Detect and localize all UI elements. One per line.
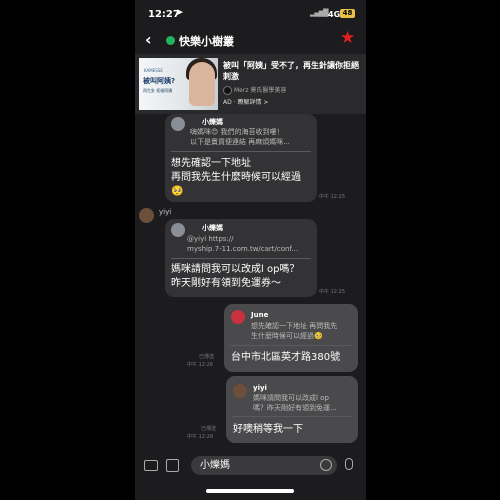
ad-more-link[interactable]: AD · 瞭解詳情 > [223, 97, 268, 106]
ad-source: Merz 莫氏醫學美容 [223, 85, 286, 95]
ad-banner[interactable]: KAMESSE 被叫阿姨? 再生針 拒絕阿姨 被叫「阿姨」受不了，再生針讓你拒絕… [135, 54, 366, 114]
ad-source-name: Merz 莫氏醫學美容 [234, 87, 287, 94]
quote-divider [230, 345, 352, 346]
chevron-left-icon[interactable]: ‹ [145, 30, 152, 49]
verified-badge-icon [166, 36, 175, 45]
battery-icon: 48 [340, 9, 355, 18]
sender-name: yiyi [159, 208, 172, 216]
image-icon[interactable] [166, 459, 179, 472]
ad-image-brand: KAMESSE [144, 68, 163, 73]
avatar[interactable] [139, 208, 154, 223]
message-bubble[interactable]: yiyi 媽咪請問我可以改成l op 嗎？昨天剛好有領到免運... 好噢稍等我一… [226, 376, 358, 443]
quote-divider [232, 416, 352, 417]
message-text: 好噢稍等我一下 [233, 424, 303, 435]
advertiser-logo-icon [223, 86, 232, 95]
camera-icon[interactable] [144, 460, 158, 471]
quote-avatar [233, 384, 247, 398]
star-icon[interactable]: ★ [340, 28, 355, 48]
message-input[interactable]: 小爍媽 [191, 456, 337, 475]
message-bubble[interactable]: June 想先確認一下地址 再問我先 生什麼時候可以經過🥺 台中市北區英才路38… [224, 304, 358, 372]
quote-sender: June [251, 311, 269, 319]
quote-sender: yiyi [253, 384, 267, 392]
quote-sender: 小爍媽 [202, 224, 223, 232]
quote-sender: 小爍媽 [202, 118, 223, 126]
emoji-icon[interactable] [320, 459, 332, 471]
home-indicator[interactable] [206, 489, 294, 493]
quote-text: 嗨媽咪😊 我們的海苔收到嘍！ 以下是賣貨便連結 再麻煩媽咪... [190, 128, 290, 146]
ad-title[interactable]: 被叫「阿姨」受不了，再生針讓你拒絕刺激 [223, 60, 363, 82]
message-time: 中午 12:25 [319, 289, 345, 295]
message-time: 中午 12:25 [319, 194, 345, 200]
quote-avatar [171, 117, 185, 131]
phone-screen: 12:27 ➤ ▂▄▆█ 4G 48 ‹ 快樂小樹叢 ★ KAMESSE 被叫阿… [135, 0, 366, 500]
chat-title[interactable]: 快樂小樹叢 [179, 33, 234, 49]
message-time: 中午 12:26 [187, 362, 213, 368]
message-list[interactable]: 小爍媽 嗨媽咪😊 我們的海苔收到嘍！ 以下是賣貨便連結 再麻煩媽咪... 想先確… [135, 114, 366, 450]
navigation-arrow-icon: ➤ [176, 8, 184, 18]
message-read-status: 已傳送 [201, 426, 217, 432]
network-type: 4G [328, 10, 341, 19]
message-bubble[interactable]: 小爍媽 嗨媽咪😊 我們的海苔收到嘍！ 以下是賣貨便連結 再麻煩媽咪... 想先確… [165, 114, 317, 202]
quote-text: @yiyi https:// myship.7-11.com.tw/cart/c… [187, 235, 299, 253]
quote-text: 媽咪請問我可以改成l op 嗎？昨天剛好有領到免運... [253, 394, 337, 412]
signal-icon: ▂▄▆█ [310, 9, 329, 17]
input-bar: 小爍媽 [135, 450, 366, 482]
message-text: 媽咪請問我可以改成l op嗎？ 昨天剛好有領到免運券～ [171, 264, 300, 289]
message-time: 中午 12:28 [187, 434, 213, 440]
chat-header: ‹ 快樂小樹叢 ★ [135, 28, 366, 54]
ad-model-face [189, 62, 215, 106]
message-text: 台中市北區英才路380號 [231, 352, 341, 363]
status-bar: 12:27 ➤ ▂▄▆█ 4G 48 [135, 0, 366, 28]
message-text: 想先確認一下地址 再問我先生什麼時候可以經過 🥺 [171, 158, 301, 197]
message-bubble[interactable]: 小爍媽 @yiyi https:// myship.7-11.com.tw/ca… [165, 219, 317, 297]
message-read-status: 已傳送 [199, 354, 215, 360]
microphone-icon[interactable] [345, 458, 353, 470]
ad-image-headline: 被叫阿姨? [143, 77, 176, 85]
quote-divider [171, 151, 311, 152]
quote-avatar [231, 310, 245, 324]
quote-avatar [171, 223, 185, 237]
quote-text: 想先確認一下地址 再問我先 生什麼時候可以經過🥺 [251, 322, 338, 340]
ad-image[interactable]: KAMESSE 被叫阿姨? 再生針 拒絕阿姨 [139, 58, 218, 110]
ad-image-subtitle: 再生針 拒絕阿姨 [143, 88, 173, 93]
quote-divider [171, 258, 311, 259]
